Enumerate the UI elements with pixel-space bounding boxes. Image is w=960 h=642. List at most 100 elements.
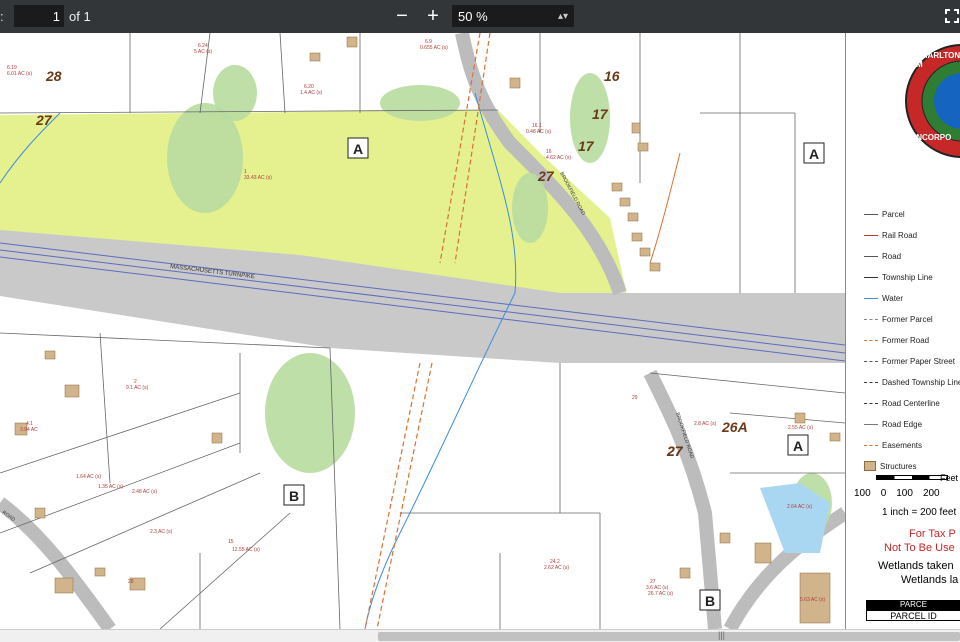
section-label: A [353,141,363,157]
legend-item-label: Former Paper Street [882,356,955,366]
parcel-note: 2.62 AC (s) [544,565,569,571]
tax-warning-2: Not To Be Use [884,542,955,554]
parcel-note: 2.8 AC (s) [694,421,717,427]
horizontal-scrollbar[interactable]: ||| [0,629,960,642]
scale-tick: 200 [922,488,940,499]
section-label: B [289,488,299,504]
legend-swatch [864,339,878,341]
legend-item-label: Easements [882,440,923,450]
parcel-note: 29 [632,395,638,401]
wetland-area [380,85,460,121]
tax-warning-1: For Tax P [909,528,956,540]
section-label: A [793,438,803,454]
parcel-note: 3.94 AC [20,427,38,433]
parcel-number-large: 17 [578,138,595,154]
parcel-number-large: 27 [537,168,555,184]
wetlands-note-1: Wetlands taken [878,560,954,572]
legend-swatch [864,423,878,425]
legend-swatch [864,381,878,383]
zoom-in-button[interactable]: + [424,6,442,26]
legend-item: Road Edge [864,417,922,431]
dropdown-arrow-icon: ▴▾ [557,10,568,22]
wetlands-note-2: Wetlands la [901,574,959,586]
parcel-note: 9.1 AC (s) [126,385,149,391]
zoom-out-button[interactable]: − [393,6,411,26]
page-number-input[interactable] [14,5,64,27]
scale-tick: 100 [896,488,913,499]
parcel-note: 2.64 AC (s) [787,504,812,510]
zoom-select[interactable]: 50 % ▴▾ [452,5,574,27]
parcel-note: 28 [128,579,134,585]
legend-swatch [864,318,878,320]
legend-item: Easements [864,438,922,452]
scale-ticks: 100 0 100 200 [854,488,960,499]
legend-item: Township Line [864,270,933,284]
legend-swatch [864,213,878,215]
legend-item: Water [864,291,903,305]
legend-item: Dashed Township Line [864,375,960,389]
legend-item: Former Road [864,333,929,347]
parcel-note: 1.64 AC (s) [76,474,101,480]
section-label: B [705,593,715,609]
seal-text-top: CHARLTON, M [916,51,960,69]
scale-tick: 0 [880,488,887,499]
road-sw [0,497,116,629]
pdf-toolbar: : of 1 − + 50 % ▴▾ [0,0,960,33]
legend-swatch [864,461,876,471]
parcel-note: 2.48 AC (s) [132,489,157,495]
scale-tick: 100 [854,488,871,499]
legend-swatch [864,297,878,299]
parcel-note: 26.7 AC (s) [648,591,673,597]
legend-item-label: Road Centerline [882,398,940,408]
parcel-note: 0.655 AC (s) [420,45,448,51]
scale-unit: Feet [940,473,959,483]
parcel-number-large: 17 [592,106,609,122]
parcel-note: 2.55 AC (s) [788,425,813,431]
legend-swatch [864,402,878,404]
legend-item-label: Dashed Township Line [882,377,960,387]
parcel-note: 4.62 AC (s) [546,155,571,161]
parcel-number-large: 16 [604,68,620,84]
legend-item-label: Township Line [882,272,933,282]
parcel-number-large: 27 [666,443,684,459]
parcel-note: 1.35 AC (s) [98,484,123,490]
zoom-value: 50 % [458,8,488,24]
parcel-number-large: 27 [35,112,53,128]
legend-item-label: Parcel [882,209,905,219]
legend-item: Rail Road [864,228,917,242]
legend-item-label: Road Edge [882,419,923,429]
parcel-note: 2.3 AC (s) [150,529,173,535]
legend-item-label: Former Parcel [882,314,933,324]
former-road [376,362,433,629]
legend-item-label: Rail Road [882,230,918,240]
section-label: A [809,146,819,162]
parcel-note: 6.01 AC (s) [7,71,32,77]
legend-swatch [864,276,878,278]
legend-item: Former Parcel [864,312,933,326]
page-count: of 1 [69,9,91,24]
parcel-note: 15 [228,539,234,545]
legend-item-label: Former Road [882,335,930,345]
legend-item: Former Paper Street [864,354,955,368]
scale-note: 1 inch = 200 feet [882,507,957,518]
map-legend: CHARLTON, M INCORPO Parcel Rail Road Road T… [845,33,960,629]
legend-item: Structures [864,459,916,473]
parcel-note: 5 AC (s) [194,49,212,55]
legend-swatch [864,255,878,257]
legend-item: Road [864,249,901,263]
legend-item: Parcel [864,207,905,221]
seal-text-bottom: INCORPO [914,133,952,142]
fit-page-icon[interactable] [944,8,960,24]
former-road [364,362,421,629]
legend-item: Road Centerline [864,396,940,410]
parcel-note: 33.43 AC (s) [244,175,272,181]
parcel-map[interactable]: A AABB2827271617172726A27MASSACHUSETTS TU… [0,33,845,629]
legend-item-label: Structures [880,461,917,471]
scrollbar-thumb[interactable] [378,632,960,641]
parcel-note: 1.4 AC (s) [300,90,323,96]
parcel-note: 0.48 AC (s) [526,129,551,135]
document-viewer[interactable]: A A A B B 28 27 27 16 17 17 27 26A 27 MASSACHUSETTS TU… [0,33,960,629]
legend-swatch [864,360,878,362]
legend-swatch [864,234,878,236]
parcel-note: 12.55 AC (s) [232,547,260,553]
